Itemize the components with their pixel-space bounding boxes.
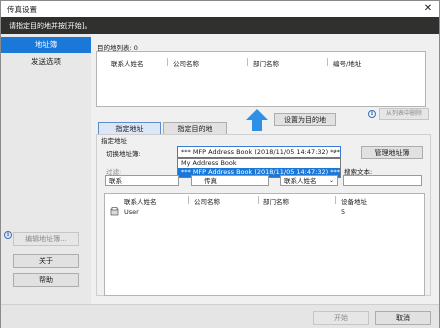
filter-dropdown[interactable]: 联系 xyxy=(105,175,179,186)
column-divider xyxy=(188,196,189,204)
column-header-department[interactable]: 部门名称 xyxy=(263,196,289,206)
remove-from-list-button[interactable]: 从列表中删除 xyxy=(379,108,429,120)
column-divider xyxy=(258,196,259,204)
column-header-device-address[interactable]: 设备地址 xyxy=(341,196,367,206)
address-list[interactable]: 联系人姓名 公司名称 部门名称 设备地址 User 5 xyxy=(104,193,425,296)
chevron-down-icon: ⌄ xyxy=(331,148,337,155)
column-header-department[interactable]: 部门名称 xyxy=(253,58,279,68)
title-bar: 传真设置 ✕ xyxy=(1,1,439,17)
sidebar: 地址簿 发送选项 i 编辑地址簿... 关于 帮助 xyxy=(1,34,91,304)
search-input[interactable] xyxy=(343,175,422,186)
cancel-button[interactable]: 取消 xyxy=(375,311,431,325)
column-divider xyxy=(247,58,248,66)
row-contact-name: User xyxy=(124,208,139,216)
column-header-company[interactable]: 公司名称 xyxy=(194,196,220,206)
info-icon: i xyxy=(4,231,12,239)
column-divider xyxy=(167,58,168,66)
filter-value: 联系 xyxy=(109,177,122,185)
column-header-contact[interactable]: 联系人姓名 xyxy=(124,196,157,206)
column-header-contact[interactable]: 联系人姓名 xyxy=(111,58,144,68)
group-label: 指定地址 xyxy=(101,137,127,145)
instruction-text: 请指定目的地并按[开始]。 xyxy=(9,22,92,30)
table-row[interactable]: User 5 xyxy=(105,206,425,217)
column-header-company[interactable]: 公司名称 xyxy=(173,58,199,68)
column-divider xyxy=(327,58,328,66)
sidebar-item-address-book[interactable]: 地址簿 xyxy=(1,37,91,53)
chevron-down-icon: ⌄ xyxy=(328,177,334,184)
address-book-selected: *** MFP Address Book (2018/11/05 14:47:3… xyxy=(181,148,340,156)
manage-address-book-button[interactable]: 管理地址簿 xyxy=(361,146,423,159)
column-divider xyxy=(335,196,336,204)
instruction-header: 请指定目的地并按[开始]。 xyxy=(1,17,439,34)
destination-list[interactable]: 联系人姓名 公司名称 部门名称 编号/地址 xyxy=(96,51,426,107)
start-button[interactable]: 开始 xyxy=(313,311,369,325)
arrow-up-icon[interactable] xyxy=(245,108,269,132)
info-icon: i xyxy=(368,110,376,118)
address-book-dropdown[interactable]: *** MFP Address Book (2018/11/05 14:47:3… xyxy=(177,146,341,158)
field-dropdown[interactable]: 联系人姓名 ⌄ xyxy=(280,175,338,186)
fax-settings-window: 传真设置 ✕ 请指定目的地并按[开始]。 地址簿 发送选项 i 编辑地址簿...… xyxy=(0,0,440,328)
about-button[interactable]: 关于 xyxy=(13,254,79,268)
row-device-address: 5 xyxy=(341,208,346,216)
footer-bar: 开始 取消 xyxy=(1,304,439,328)
column-header-number[interactable]: 编号/地址 xyxy=(333,58,361,68)
field-value: 联系人姓名 xyxy=(284,177,317,185)
window-title: 传真设置 xyxy=(7,5,37,14)
option-my-address-book[interactable]: My Address Book xyxy=(178,159,340,168)
type-dropdown[interactable]: 传真 xyxy=(191,175,269,186)
fax-contact-icon xyxy=(110,207,119,216)
set-as-destination-button[interactable]: 设置为目的地 xyxy=(274,113,336,126)
edit-address-book-button[interactable]: 编辑地址簿... xyxy=(13,232,79,246)
close-icon[interactable]: ✕ xyxy=(420,2,436,16)
sidebar-item-send-options[interactable]: 发送选项 xyxy=(1,54,91,70)
help-button[interactable]: 帮助 xyxy=(13,273,79,287)
type-value: 传真 xyxy=(204,177,217,185)
switch-book-label: 切换地址簿: xyxy=(106,150,141,158)
